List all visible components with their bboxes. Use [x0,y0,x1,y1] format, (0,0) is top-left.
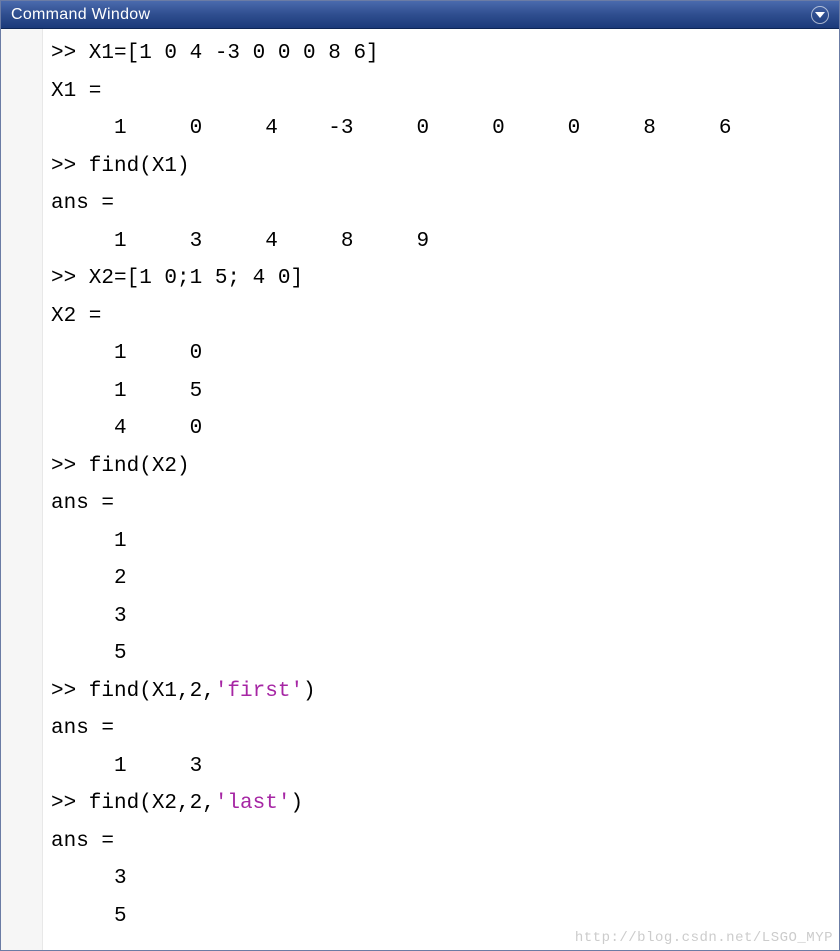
window-title: Command Window [11,6,150,24]
command-text: >> find(X2,2, [51,792,215,815]
command-line: >> find(X2,2,'last') [51,785,835,823]
output-line: 1 0 4 -3 0 0 0 8 6 [51,110,835,148]
output-line: ans = [51,823,835,861]
output-line: 1 3 4 8 9 [51,223,835,261]
output-line: 1 3 [51,748,835,786]
chevron-down-icon [815,12,825,18]
string-literal: 'first' [215,680,303,703]
titlebar: Command Window [1,1,839,29]
command-line: >> find(X1) [51,148,835,186]
output-line: 5 [51,635,835,673]
output-line: ans = [51,485,835,523]
output-line: X1 = [51,73,835,111]
output-line: 2 [51,560,835,598]
window-menu-button[interactable] [811,6,829,24]
string-literal: 'last' [215,792,291,815]
output-line: 4 0 [51,410,835,448]
command-line: >> find(X2) [51,448,835,486]
command-window-terminal[interactable]: >> X1=[1 0 4 -3 0 0 0 8 6]X1 = 1 0 4 -3 … [43,29,839,950]
output-line: ans = [51,710,835,748]
command-line: >> X1=[1 0 4 -3 0 0 0 8 6] [51,35,835,73]
content-area: >> X1=[1 0 4 -3 0 0 0 8 6]X1 = 1 0 4 -3 … [1,29,839,950]
command-text: >> find(X1,2, [51,680,215,703]
command-line: >> X2=[1 0;1 5; 4 0] [51,260,835,298]
command-text: ) [303,680,316,703]
output-line: 1 0 [51,335,835,373]
output-line: X2 = [51,298,835,336]
line-gutter [1,29,43,950]
output-line: 1 5 [51,373,835,411]
output-line: 3 [51,860,835,898]
output-line: 3 [51,598,835,636]
output-line: ans = [51,185,835,223]
command-line: >> find(X1,2,'first') [51,673,835,711]
command-text: ) [290,792,303,815]
output-line: 5 [51,898,835,936]
output-line: 1 [51,523,835,561]
